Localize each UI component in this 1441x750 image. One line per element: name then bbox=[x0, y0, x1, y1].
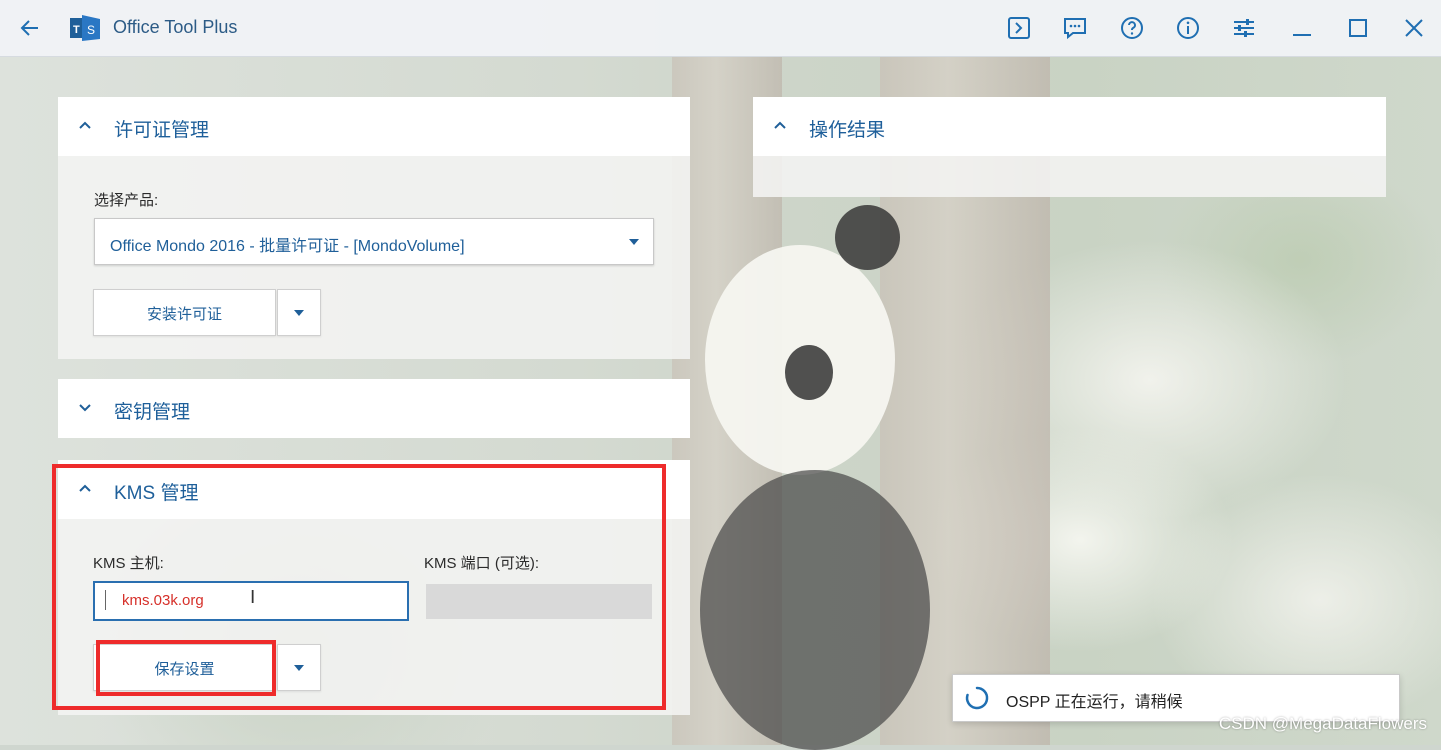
key-card-title: 密钥管理 bbox=[114, 402, 191, 423]
results-card-title: 操作结果 bbox=[809, 120, 886, 141]
chevron-up-icon bbox=[773, 118, 787, 132]
title-bar: T S Office Tool Plus bbox=[0, 0, 1441, 57]
results-card-header[interactable]: 操作结果 bbox=[753, 97, 1386, 156]
panda-eye bbox=[785, 345, 833, 400]
back-arrow-icon[interactable] bbox=[18, 16, 42, 40]
save-button-highlight-box bbox=[96, 640, 276, 696]
app-logo-icon: T S bbox=[70, 13, 102, 43]
chevron-down-icon bbox=[78, 400, 92, 414]
svg-text:T: T bbox=[73, 24, 80, 36]
info-icon[interactable] bbox=[1175, 15, 1201, 41]
status-toast-text: OSPP 正在运行，请稍候 bbox=[1006, 694, 1183, 711]
dropdown-caret-icon bbox=[294, 310, 304, 316]
panda-body-dark bbox=[700, 470, 930, 750]
select-product-label: 选择产品: bbox=[94, 192, 159, 209]
key-card-header[interactable]: 密钥管理 bbox=[58, 379, 690, 438]
dropdown-caret-icon bbox=[629, 239, 639, 245]
license-card-title: 许可证管理 bbox=[114, 120, 210, 141]
install-license-button[interactable]: 安装许可证 bbox=[93, 289, 276, 336]
help-icon[interactable] bbox=[1119, 15, 1145, 41]
results-card: 操作结果 bbox=[753, 97, 1386, 197]
loading-spinner-icon bbox=[964, 685, 990, 711]
feedback-icon[interactable] bbox=[1062, 15, 1088, 41]
license-management-card: 许可证管理 选择产品: Office Mondo 2016 - 批量许可证 - … bbox=[58, 97, 690, 359]
close-icon[interactable] bbox=[1401, 15, 1427, 41]
install-license-dropdown-button[interactable] bbox=[277, 289, 321, 336]
panda-ear bbox=[835, 205, 900, 270]
product-select[interactable]: Office Mondo 2016 - 批量许可证 - [MondoVolume… bbox=[94, 218, 654, 265]
product-select-value: Office Mondo 2016 - 批量许可证 - [MondoVolume… bbox=[110, 238, 465, 255]
app-title: Office Tool Plus bbox=[113, 17, 238, 37]
maximize-icon[interactable] bbox=[1345, 15, 1371, 41]
watermark-text: CSDN @MegaDataFlowers bbox=[1218, 714, 1427, 733]
console-icon[interactable] bbox=[1006, 15, 1032, 41]
settings-sliders-icon[interactable] bbox=[1231, 15, 1257, 41]
chevron-up-icon bbox=[78, 118, 92, 132]
svg-text:S: S bbox=[87, 23, 95, 37]
license-card-header[interactable]: 许可证管理 bbox=[58, 97, 690, 156]
install-license-label: 安装许可证 bbox=[146, 306, 222, 323]
minimize-icon[interactable] bbox=[1289, 15, 1315, 41]
key-management-card: 密钥管理 bbox=[58, 379, 690, 438]
